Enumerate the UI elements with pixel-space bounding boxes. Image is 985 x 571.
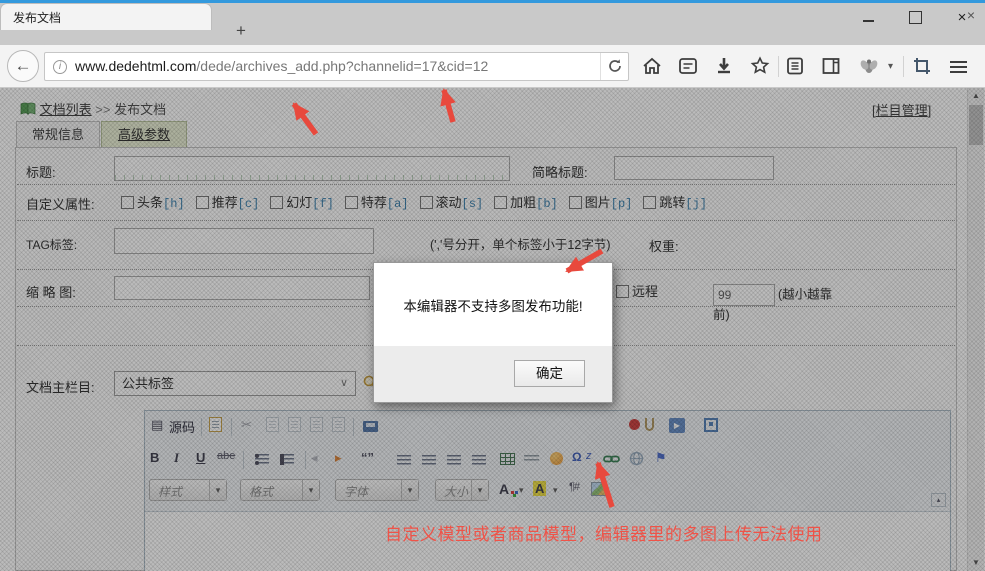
browser-tab[interactable]: 发布文档 × bbox=[0, 3, 212, 30]
minimize-button[interactable] bbox=[852, 9, 884, 27]
maximize-button[interactable] bbox=[899, 9, 931, 27]
toolbar-separator bbox=[903, 56, 904, 77]
reader-mode-icon[interactable] bbox=[677, 55, 699, 77]
ok-button[interactable]: 确定 bbox=[514, 360, 585, 387]
reload-icon bbox=[607, 58, 623, 74]
browser-window: 发布文档 × + × ← i www.dedehtml.com/dede/arc… bbox=[0, 0, 985, 571]
screenshot-crop-icon[interactable] bbox=[911, 55, 933, 77]
sidebars-icon[interactable] bbox=[820, 55, 842, 77]
toolbar-separator bbox=[778, 56, 779, 77]
extension-icon[interactable] bbox=[858, 55, 880, 77]
url-path: /dede/archives_add.php?channelid=17&cid=… bbox=[196, 58, 488, 74]
bookmark-star-icon[interactable] bbox=[749, 55, 771, 77]
url-bar[interactable]: i www.dedehtml.com/dede/archives_add.php… bbox=[44, 52, 629, 81]
hamburger-menu-icon[interactable] bbox=[950, 58, 972, 80]
alert-message: 本编辑器不支持多图发布功能! bbox=[374, 263, 612, 346]
annotation-note: 自定义模型或者商品模型，编辑器里的多图上传无法使用 bbox=[385, 520, 823, 545]
site-info-icon[interactable]: i bbox=[53, 60, 67, 74]
titlebar: 发布文档 × + × bbox=[0, 3, 985, 45]
download-icon[interactable] bbox=[713, 55, 735, 77]
close-window-button[interactable]: × bbox=[946, 9, 978, 27]
page-content: 文档列表 >> 发布文档 [栏目管理] 常规信息 高级参数 标题: 简略标题: … bbox=[0, 88, 985, 571]
alert-footer: 确定 bbox=[374, 346, 612, 402]
back-button[interactable]: ← bbox=[7, 50, 39, 82]
bookmarks-list-icon[interactable] bbox=[784, 55, 806, 77]
url-domain: www.dedehtml.com bbox=[75, 58, 196, 74]
tab-title: 发布文档 bbox=[13, 9, 61, 26]
chevron-down-icon[interactable]: ▾ bbox=[888, 61, 910, 83]
home-icon[interactable] bbox=[641, 55, 663, 77]
new-tab-button[interactable]: + bbox=[236, 21, 246, 41]
navigation-bar: ← i www.dedehtml.com/dede/archives_add.p… bbox=[0, 45, 985, 88]
alert-dialog: 本编辑器不支持多图发布功能! 确定 bbox=[373, 262, 613, 403]
reload-button[interactable] bbox=[600, 53, 628, 80]
url-text: www.dedehtml.com/dede/archives_add.php?c… bbox=[75, 58, 488, 74]
